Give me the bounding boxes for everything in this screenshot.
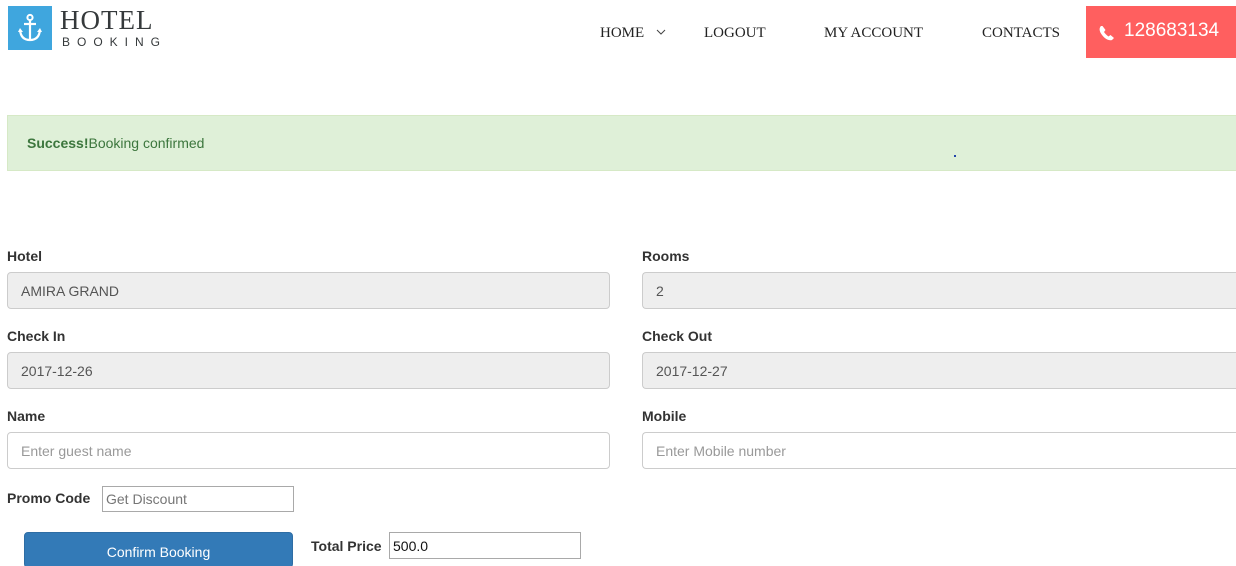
alert-message: Booking confirmed (88, 135, 205, 151)
success-alert: Success!Booking confirmed (7, 115, 1236, 171)
logo[interactable]: HOTEL BOOKING (8, 6, 167, 50)
phone-icon (1097, 23, 1117, 48)
anchor-icon (8, 6, 52, 50)
guest-name-input[interactable] (7, 432, 610, 469)
name-label: Name (7, 408, 46, 424)
hotel-field[interactable] (7, 272, 610, 309)
nav-my-account[interactable]: MY ACCOUNT (824, 25, 923, 42)
mobile-label: Mobile (642, 408, 687, 424)
hotel-label: Hotel (7, 248, 42, 264)
promo-code-label: Promo Code (7, 490, 91, 506)
phone-contact[interactable]: 128683134 (1086, 6, 1236, 58)
total-price-label: Total Price (311, 538, 382, 554)
check-out-label: Check Out (642, 328, 713, 344)
check-in-field[interactable] (7, 352, 610, 389)
rooms-label: Rooms (642, 248, 690, 264)
rooms-field[interactable] (642, 272, 1236, 309)
alert-dot (954, 155, 956, 157)
check-in-label: Check In (7, 328, 66, 344)
nav-home[interactable]: HOME (600, 25, 666, 42)
alert-strong: Success! (27, 135, 89, 151)
nav-home-label: HOME (600, 25, 645, 41)
phone-number: 128683134 (1124, 20, 1220, 41)
logo-title: HOTEL (60, 5, 154, 35)
nav-logout[interactable]: LOGOUT (704, 25, 766, 42)
total-price-field[interactable] (389, 532, 581, 559)
check-out-field[interactable] (642, 352, 1236, 389)
confirm-booking-button[interactable]: Confirm Booking (24, 532, 293, 566)
promo-code-input[interactable] (102, 486, 294, 512)
logo-subtitle: BOOKING (62, 35, 168, 49)
logo-text: HOTEL BOOKING (60, 6, 167, 49)
mobile-input[interactable] (642, 432, 1236, 469)
chevron-down-icon (656, 23, 666, 40)
nav-contacts[interactable]: CONTACTS (982, 25, 1060, 42)
